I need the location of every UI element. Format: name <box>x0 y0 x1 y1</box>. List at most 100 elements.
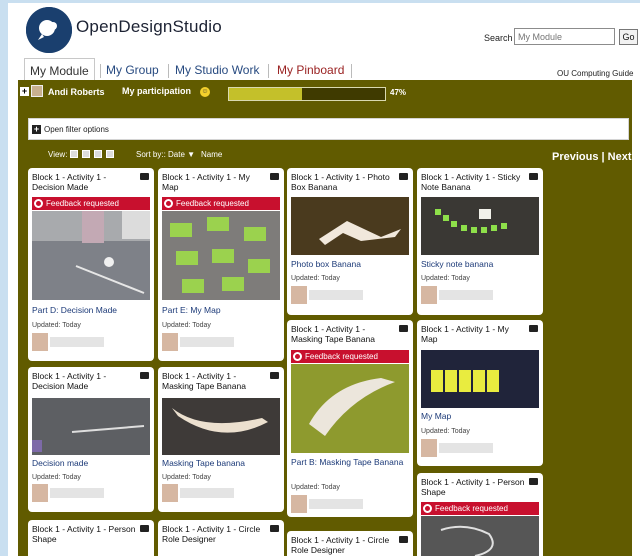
card-title[interactable]: Block 1 - Activity 1 - My Map <box>421 324 525 344</box>
avatar <box>32 484 48 502</box>
progress-fill <box>229 88 303 100</box>
thumbnail-image[interactable] <box>421 197 539 255</box>
expand-icon[interactable]: + <box>32 125 41 134</box>
item-title[interactable]: Part E: My Map <box>162 305 221 315</box>
sort-by-name[interactable]: Name <box>201 150 222 159</box>
item-title[interactable]: Masking Tape banana <box>162 458 245 468</box>
avatar <box>291 495 307 513</box>
expand-icon[interactable]: + <box>20 87 29 96</box>
participation-bar: + Andi Roberts My participation ☺ 47% <box>18 84 632 104</box>
tab-divider <box>268 64 269 78</box>
camera-icon <box>140 372 149 379</box>
feedback-label: Feedback requested <box>46 199 119 208</box>
author-name <box>50 337 104 347</box>
participation-label: My participation <box>122 86 192 96</box>
avatar <box>421 439 437 457</box>
main-content: + Andi Roberts My participation ☺ 47% + … <box>18 80 632 556</box>
thumbnail-image[interactable] <box>291 197 409 255</box>
list-view-icon[interactable] <box>94 150 102 158</box>
card[interactable]: Block 1 - Activity 1 - Decision Made Dec… <box>28 367 154 512</box>
card[interactable]: Block 1 - Activity 1 - My Map My Map Upd… <box>417 320 543 466</box>
ou-computing-guide-link[interactable]: OU Computing Guide <box>557 69 633 78</box>
sort-label[interactable]: Sort by:: Date <box>136 150 185 159</box>
card-title[interactable]: Block 1 - Activity 1 - Masking Tape Bana… <box>162 371 266 391</box>
card-title[interactable]: Block 1 - Activity 1 - Photo Box Banana <box>291 172 395 192</box>
filter-label[interactable]: Open filter options <box>44 125 109 134</box>
left-border <box>0 0 8 556</box>
card-title[interactable]: Block 1 - Activity 1 - Person Shape <box>421 477 525 497</box>
item-title[interactable]: Part B: Masking Tape Banana <box>291 457 409 468</box>
author-name <box>439 290 493 300</box>
user-name[interactable]: Andi Roberts <box>48 87 105 97</box>
updated-label: Updated: Today <box>291 484 340 491</box>
small-grid-view-icon[interactable] <box>82 150 90 158</box>
thumbnail-image[interactable] <box>32 211 150 300</box>
feedback-badge: Feedback requested <box>421 502 539 515</box>
feedback-label: Feedback requested <box>435 504 508 513</box>
updated-label: Updated: Today <box>32 322 81 329</box>
thumbnail-image[interactable] <box>162 211 280 300</box>
card[interactable]: Block 1 - Activity 1 - Person Shape Feed… <box>417 473 543 556</box>
camera-icon <box>140 525 149 532</box>
item-title[interactable]: Decision made <box>32 458 88 468</box>
feedback-label: Feedback requested <box>305 352 378 361</box>
card[interactable]: Block 1 - Activity 1 - Decision Made Fee… <box>28 168 154 361</box>
updated-label: Updated: Today <box>162 322 211 329</box>
camera-icon <box>399 173 408 180</box>
avatar <box>32 333 48 351</box>
card[interactable]: Block 1 - Activity 1 - Circle Role Desig… <box>158 520 284 556</box>
updated-label: Updated: Today <box>421 275 470 282</box>
camera-icon <box>270 173 279 180</box>
avatar <box>31 85 43 97</box>
updated-label: Updated: Today <box>162 474 211 481</box>
card[interactable]: Block 1 - Activity 1 - My Map Feedback r… <box>158 168 284 361</box>
card-title[interactable]: Block 1 - Activity 1 - Decision Made <box>32 172 136 192</box>
thumbnail-image[interactable] <box>291 364 409 453</box>
go-button[interactable]: Go <box>619 29 638 45</box>
pagination[interactable]: Previous | Next <box>552 151 632 163</box>
card-title[interactable]: Block 1 - Activity 1 - My Map <box>162 172 266 192</box>
thumbnail-image[interactable] <box>421 516 539 556</box>
filter-bar[interactable]: + Open filter options <box>28 118 629 140</box>
lifebuoy-icon <box>164 199 173 208</box>
author-name <box>309 499 363 509</box>
card[interactable]: Block 1 - Activity 1 - Sticky Note Banan… <box>417 168 543 315</box>
author-name <box>50 488 104 498</box>
card[interactable]: Block 1 - Activity 1 - Circle Role Desig… <box>287 531 413 556</box>
search-label: Search <box>484 33 513 43</box>
updated-label: Updated: Today <box>421 428 470 435</box>
arrow-down-icon: ▼ <box>187 150 196 159</box>
item-title[interactable]: My Map <box>421 411 451 421</box>
avatar <box>162 333 178 351</box>
feedback-badge: Feedback requested <box>32 197 150 210</box>
logo-icon[interactable] <box>26 7 72 53</box>
grid-view-icon[interactable] <box>70 150 78 158</box>
author-name <box>439 443 493 453</box>
thumbnail-image[interactable] <box>421 350 539 408</box>
lifebuoy-icon <box>34 199 43 208</box>
feedback-badge: Feedback requested <box>291 350 409 363</box>
card[interactable]: Block 1 - Activity 1 - Masking Tape Bana… <box>158 367 284 512</box>
thumbnail-image[interactable] <box>162 398 280 455</box>
camera-icon <box>270 372 279 379</box>
compact-list-view-icon[interactable] <box>106 150 114 158</box>
updated-label: Updated: Today <box>32 474 81 481</box>
author-name <box>180 337 234 347</box>
card-title[interactable]: Block 1 - Activity 1 - Person Shape <box>32 524 136 544</box>
sort-by-date[interactable]: Sort by:: Date ▼ <box>136 150 195 159</box>
item-title[interactable]: Part D: Decision Made <box>32 305 117 315</box>
search-input[interactable] <box>514 28 615 45</box>
item-title[interactable]: Photo box Banana <box>291 259 361 269</box>
card[interactable]: Block 1 - Activity 1 - Person Shape <box>28 520 154 556</box>
thumbnail-image[interactable] <box>32 398 150 455</box>
card-title[interactable]: Block 1 - Activity 1 - Circle Role Desig… <box>162 524 266 544</box>
card-title[interactable]: Block 1 - Activity 1 - Masking Tape Bana… <box>291 324 395 344</box>
card[interactable]: Block 1 - Activity 1 - Photo Box Banana … <box>287 168 413 315</box>
smiley-icon: ☺ <box>200 87 210 97</box>
card-title[interactable]: Block 1 - Activity 1 - Decision Made <box>32 371 136 391</box>
card-title[interactable]: Block 1 - Activity 1 - Sticky Note Banan… <box>421 172 525 192</box>
card[interactable]: Block 1 - Activity 1 - Masking Tape Bana… <box>287 320 413 517</box>
card-title[interactable]: Block 1 - Activity 1 - Circle Role Desig… <box>291 535 395 555</box>
item-title[interactable]: Sticky note banana <box>421 259 493 269</box>
site-title[interactable]: OpenDesignStudio <box>76 17 222 37</box>
